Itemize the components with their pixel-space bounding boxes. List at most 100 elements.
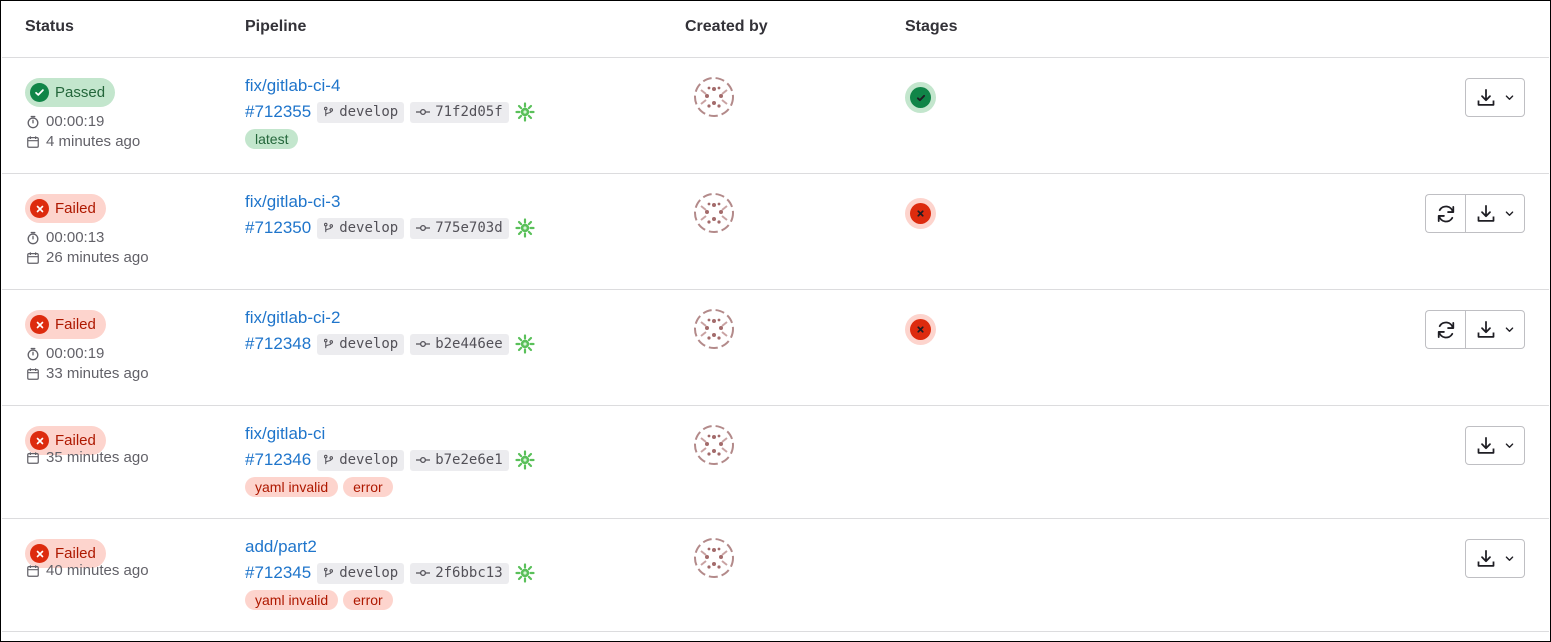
status-badge[interactable]: Failed xyxy=(25,194,106,223)
tag-badge: error xyxy=(343,477,393,497)
pipeline-tags: latest xyxy=(245,129,299,149)
commit-chip[interactable]: b2e446ee xyxy=(410,333,509,355)
commit-sha: 71f2d05f xyxy=(435,104,503,120)
table-row: Failed 40 minutes ago add/part2 #712345 deve… xyxy=(2,519,1549,632)
pipeline-refs: #712355 develop 71f2d05f xyxy=(245,100,535,124)
user-avatar[interactable] xyxy=(693,192,735,234)
finished-text: 26 minutes ago xyxy=(46,249,149,266)
download-icon xyxy=(1476,549,1496,569)
timer-icon xyxy=(26,115,46,129)
tag-badge: error xyxy=(343,590,393,610)
download-icon xyxy=(1476,320,1496,340)
user-avatar[interactable] xyxy=(693,537,735,579)
timer-icon xyxy=(26,347,46,361)
commit-icon xyxy=(416,107,435,117)
finished-text: 40 minutes ago xyxy=(46,562,149,579)
pipeline-id-link[interactable]: #712348 xyxy=(245,334,311,354)
branch-chip[interactable]: develop xyxy=(317,333,405,355)
header-pipeline: Pipeline xyxy=(245,18,307,35)
status-label: Failed xyxy=(55,432,96,449)
retry-button[interactable] xyxy=(1425,310,1465,349)
retry-button[interactable] xyxy=(1425,194,1465,233)
chevron-down-icon xyxy=(1504,92,1515,103)
user-avatar[interactable] xyxy=(693,308,735,350)
status-badge[interactable]: Failed xyxy=(25,310,106,339)
download-artifacts-dropdown[interactable] xyxy=(1465,194,1525,233)
duration: 00:00:19 xyxy=(26,345,104,362)
committer-avatar-icon[interactable] xyxy=(515,218,535,238)
status-failed-icon xyxy=(30,431,49,450)
table-row: Failed 00:00:19 33 minutes ago fix/gitlab-c… xyxy=(2,290,1549,406)
table-row: Failed 35 minutes ago fix/gitlab-ci #712346… xyxy=(2,406,1549,519)
finished-time: 40 minutes ago xyxy=(26,562,149,579)
branch-icon xyxy=(323,454,339,466)
pipeline-refs: #712348 develop b2e446ee xyxy=(245,332,535,356)
branch-chip[interactable]: develop xyxy=(317,101,405,123)
pipeline-name-link[interactable]: fix/gitlab-ci-3 xyxy=(245,192,340,212)
pipeline-id-link[interactable]: #712355 xyxy=(245,102,311,122)
download-icon xyxy=(1476,88,1496,108)
pipeline-id-link[interactable]: #712345 xyxy=(245,563,311,583)
committer-avatar-icon[interactable] xyxy=(515,334,535,354)
stage-failed-icon[interactable] xyxy=(905,198,936,229)
download-icon xyxy=(1476,436,1496,456)
commit-icon xyxy=(416,339,435,349)
commit-chip[interactable]: 775e703d xyxy=(410,217,509,239)
calendar-icon xyxy=(26,564,46,578)
pipeline-refs: #712345 develop 2f6bbc13 xyxy=(245,561,535,585)
branch-icon xyxy=(323,222,339,234)
pipeline-name-link[interactable]: add/part2 xyxy=(245,537,317,557)
branch-chip[interactable]: develop xyxy=(317,562,405,584)
branch-name: develop xyxy=(339,336,399,352)
finished-text: 33 minutes ago xyxy=(46,365,149,382)
commit-chip[interactable]: b7e2e6e1 xyxy=(410,449,509,471)
download-artifacts-dropdown[interactable] xyxy=(1465,539,1525,578)
download-artifacts-dropdown[interactable] xyxy=(1465,426,1525,465)
commit-chip[interactable]: 2f6bbc13 xyxy=(410,562,509,584)
committer-avatar-icon[interactable] xyxy=(515,102,535,122)
retry-icon xyxy=(1435,203,1457,225)
calendar-icon xyxy=(26,135,46,149)
branch-icon xyxy=(323,106,339,118)
finished-time: 4 minutes ago xyxy=(26,133,140,150)
status-failed-icon xyxy=(30,315,49,334)
status-label: Passed xyxy=(55,84,106,101)
pipeline-name-link[interactable]: fix/gitlab-ci-4 xyxy=(245,76,340,96)
duration-text: 00:00:19 xyxy=(46,113,105,130)
row-actions xyxy=(1465,78,1525,117)
header-status: Status xyxy=(25,18,74,35)
user-avatar[interactable] xyxy=(693,76,735,118)
branch-chip[interactable]: develop xyxy=(317,217,405,239)
committer-avatar-icon[interactable] xyxy=(515,450,535,470)
branch-chip[interactable]: develop xyxy=(317,449,405,471)
status-badge[interactable]: Passed xyxy=(25,78,116,107)
chevron-down-icon xyxy=(1504,553,1515,564)
pipeline-id-link[interactable]: #712346 xyxy=(245,450,311,470)
row-actions xyxy=(1465,539,1525,578)
download-artifacts-dropdown[interactable] xyxy=(1465,78,1525,117)
pipelines-table: Status Pipeline Created by Stages Passed… xyxy=(0,0,1551,642)
pipeline-tags: yaml invalid error xyxy=(245,590,393,610)
download-artifacts-dropdown[interactable] xyxy=(1465,310,1525,349)
finished-time: 26 minutes ago xyxy=(26,249,149,266)
calendar-icon xyxy=(26,367,46,381)
finished-time: 35 minutes ago xyxy=(26,449,149,466)
commit-icon xyxy=(416,568,435,578)
committer-avatar-icon[interactable] xyxy=(515,563,535,583)
tag-badge: latest xyxy=(245,129,299,149)
stage-failed-icon[interactable] xyxy=(905,314,936,345)
status-label: Failed xyxy=(55,200,96,217)
commit-sha: b2e446ee xyxy=(435,336,503,352)
timer-icon xyxy=(26,231,46,245)
calendar-icon xyxy=(26,251,46,265)
commit-chip[interactable]: 71f2d05f xyxy=(410,101,509,123)
stage-passed-icon[interactable] xyxy=(905,82,936,113)
branch-name: develop xyxy=(339,220,399,236)
branch-name: develop xyxy=(339,565,399,581)
pipeline-name-link[interactable]: fix/gitlab-ci xyxy=(245,424,325,444)
user-avatar[interactable] xyxy=(693,424,735,466)
retry-icon xyxy=(1435,319,1457,341)
pipeline-id-link[interactable]: #712350 xyxy=(245,218,311,238)
pipeline-name-link[interactable]: fix/gitlab-ci-2 xyxy=(245,308,340,328)
finished-text: 4 minutes ago xyxy=(46,133,141,150)
